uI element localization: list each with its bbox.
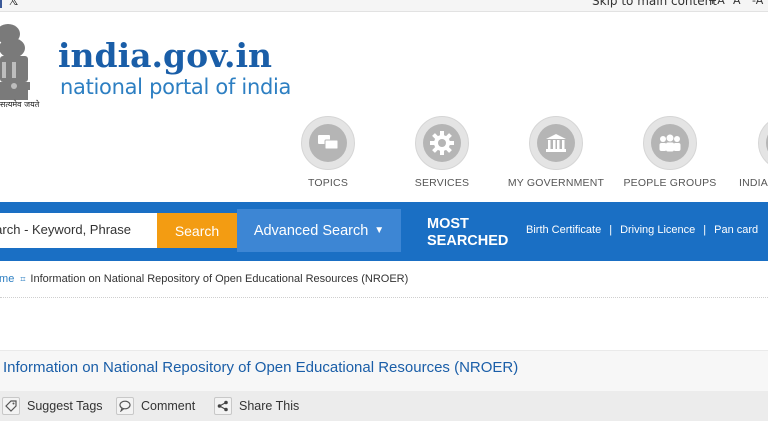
advanced-search-label: Advanced Search bbox=[253, 222, 369, 239]
category-services[interactable]: SERVICES bbox=[382, 116, 502, 189]
separator: | bbox=[609, 224, 613, 236]
tag-icon bbox=[2, 397, 20, 415]
share-label: Share This bbox=[239, 399, 300, 413]
share-icon bbox=[214, 397, 232, 415]
category-label: SERVICES bbox=[414, 177, 470, 189]
category-label: TOPICS bbox=[307, 177, 349, 189]
page-title: Information on National Repository of Op… bbox=[3, 359, 519, 376]
category-my-government[interactable]: MY GOVERNMENT bbox=[496, 116, 616, 189]
facebook-icon[interactable] bbox=[0, 0, 2, 8]
search-button[interactable]: Search bbox=[157, 213, 237, 248]
category-label: INDIA bbox=[739, 177, 768, 189]
font-decrease-button[interactable]: -A bbox=[752, 0, 763, 7]
government-building-icon bbox=[546, 134, 566, 152]
search-placeholder: Search - Keyword, Phrase bbox=[0, 222, 131, 237]
comment-label: Comment bbox=[141, 399, 196, 413]
chat-bubbles-icon bbox=[318, 135, 339, 150]
national-emblem-logo bbox=[0, 24, 30, 100]
link-pan-card[interactable]: Pan card bbox=[714, 224, 758, 236]
link-birth-certificate[interactable]: Birth Certificate bbox=[526, 224, 601, 236]
emblem-motto: सत्यमेव जयते bbox=[0, 100, 40, 109]
most-searched-line2: SEARCHED bbox=[427, 233, 509, 249]
link-driving-licence[interactable]: Driving Licence bbox=[620, 224, 695, 236]
site-logo-subtitle: national portal of india bbox=[60, 75, 292, 99]
advanced-search-button[interactable]: Advanced Search ▼ bbox=[237, 209, 401, 252]
x-twitter-icon[interactable]: 𝕏 bbox=[8, 0, 18, 9]
comment-button[interactable]: Comment bbox=[116, 397, 195, 415]
category-label: MY GOVERNMENT bbox=[507, 177, 605, 189]
category-india[interactable]: INDIA bbox=[724, 116, 768, 189]
breadcrumb-home[interactable]: Home bbox=[0, 273, 14, 285]
people-group-icon bbox=[659, 134, 681, 152]
most-searched-heading: MOST SEARCHED bbox=[427, 216, 508, 250]
category-label: PEOPLE GROUPS bbox=[623, 177, 717, 189]
breadcrumb-separator-icon: ⌗ bbox=[20, 274, 26, 284]
divider bbox=[0, 297, 768, 298]
utility-bar: 𝕏 Skip to main content +A A -A bbox=[0, 0, 768, 12]
comment-icon bbox=[116, 397, 134, 415]
share-button[interactable]: Share This bbox=[214, 397, 299, 415]
suggest-tags-label: Suggest Tags bbox=[27, 399, 103, 413]
font-normal-button[interactable]: A bbox=[733, 0, 741, 7]
most-searched-links: Birth Certificate | Driving Licence | Pan ca… bbox=[526, 224, 758, 236]
skip-to-content-link[interactable]: Skip to main content bbox=[592, 0, 717, 8]
breadcrumb: Home ⌗ Information on National Repository … bbox=[0, 273, 408, 285]
category-topics[interactable]: TOPICS bbox=[268, 116, 388, 189]
breadcrumb-current: Information on National Repository of Op… bbox=[30, 273, 409, 285]
separator: | bbox=[703, 224, 707, 236]
category-people-groups[interactable]: PEOPLE GROUPS bbox=[610, 116, 730, 189]
most-searched-line1: MOST bbox=[427, 216, 469, 232]
gear-icon bbox=[430, 131, 454, 155]
font-increase-button[interactable]: +A bbox=[708, 0, 725, 7]
caret-down-icon: ▼ bbox=[374, 225, 385, 236]
search-input[interactable]: Search - Keyword, Phrase bbox=[0, 213, 157, 248]
suggest-tags-button[interactable]: Suggest Tags bbox=[2, 397, 103, 415]
site-logo-title[interactable]: india.gov.in bbox=[58, 36, 272, 75]
